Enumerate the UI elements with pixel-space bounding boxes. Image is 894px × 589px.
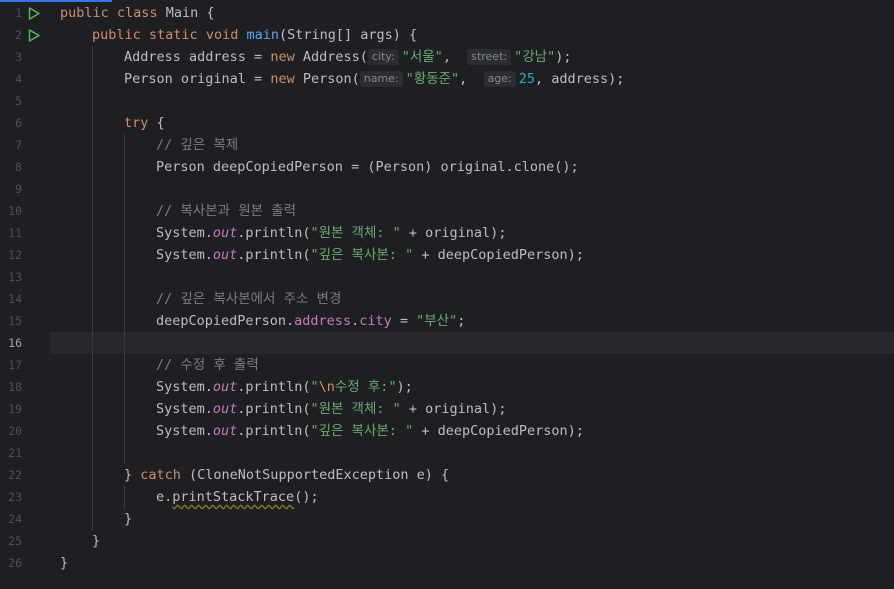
code-line-15: deepCopiedPerson.address.city = "부산";	[156, 313, 466, 329]
code-line-4: Person original = new Person(name: "황동준",…	[124, 71, 625, 87]
code-line-23: e.printStackTrace();	[156, 489, 319, 505]
code-line-12: System.out.println("깊은 복사본: " + deepCopi…	[156, 247, 584, 263]
line-number: 14	[8, 292, 22, 306]
code-line-10: // 복사본과 원본 출력	[156, 203, 296, 219]
line-number: 10	[8, 204, 22, 218]
code-line-19: System.out.println("원본 객체: " + original)…	[156, 401, 507, 417]
run-main-icon[interactable]	[27, 24, 41, 46]
run-class-icon[interactable]	[27, 2, 41, 24]
code-line-25: }	[92, 533, 101, 549]
indent-guide	[92, 46, 93, 530]
code-line-3: Address address = new Address(city: "서울",…	[124, 49, 572, 65]
line-number: 26	[8, 556, 22, 570]
code-editor[interactable]: 1 2 3 4 5 6 7 8 9 10 11 12 13 14 15 16 1…	[0, 2, 894, 589]
line-number: 9	[15, 182, 22, 196]
param-hint-age: age:	[483, 71, 516, 87]
code-line-11: System.out.println("원본 객체: " + original)…	[156, 225, 507, 241]
code-line-7: // 깊은 복제	[156, 137, 239, 153]
indent-guide	[124, 486, 125, 508]
line-number-current: 16	[8, 336, 22, 350]
code-line-2: public static void main(String[] args) {	[92, 27, 418, 43]
line-number: 3	[15, 50, 22, 64]
line-number: 11	[8, 226, 22, 240]
line-number: 18	[8, 380, 22, 394]
line-number: 19	[8, 402, 22, 416]
line-number: 15	[8, 314, 22, 328]
line-number: 6	[15, 116, 22, 130]
line-number: 4	[15, 72, 22, 86]
code-line-24: }	[124, 511, 133, 527]
code-line-6: try {	[124, 115, 165, 131]
line-number: 24	[8, 512, 22, 526]
param-hint-name: name:	[359, 71, 403, 87]
code-line-20: System.out.println("깊은 복사본: " + deepCopi…	[156, 423, 584, 439]
warning-squiggle: printStackTrace	[172, 489, 295, 505]
indent-guide	[124, 134, 125, 464]
line-number: 22	[8, 468, 22, 482]
code-line-8: Person deepCopiedPerson = (Person) origi…	[156, 159, 579, 175]
line-number: 1	[15, 6, 22, 20]
param-hint-city: city:	[367, 49, 399, 65]
line-number: 23	[8, 490, 22, 504]
code-line-18: System.out.println("\n수정 후:");	[156, 379, 413, 395]
param-hint-street: street:	[467, 49, 512, 65]
code-line-17: // 수정 후 출력	[156, 357, 259, 373]
code-line-14: // 깊은 복사본에서 주소 변경	[156, 291, 342, 307]
line-number-gutter: 1 2 3 4 5 6 7 8 9 10 11 12 13 14 15 16 1…	[0, 2, 50, 589]
line-number: 8	[15, 160, 22, 174]
code-line-26: }	[60, 555, 69, 571]
line-number: 25	[8, 534, 22, 548]
current-line-highlight	[0, 332, 894, 354]
line-number: 2	[15, 28, 22, 42]
line-number: 7	[15, 138, 22, 152]
line-number: 13	[8, 270, 22, 284]
line-number: 5	[15, 94, 22, 108]
line-number: 17	[8, 358, 22, 372]
line-number: 21	[8, 446, 22, 460]
code-line-1: public class Main {	[60, 5, 215, 21]
code-line-22: } catch (CloneNotSupportedException e) {	[124, 467, 450, 483]
line-number: 20	[8, 424, 22, 438]
line-number: 12	[8, 248, 22, 262]
